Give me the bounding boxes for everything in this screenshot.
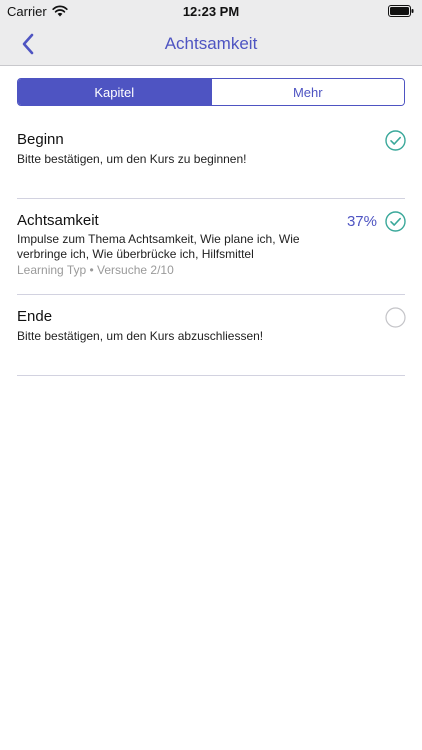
item-title: Ende	[17, 308, 53, 325]
battery-full-icon	[388, 5, 414, 17]
item-description: Bitte bestätigen, um den Kurs zu beginne…	[17, 152, 247, 166]
divider	[17, 375, 405, 376]
page-title: Achtsamkeit	[164, 34, 258, 53]
item-description: Impulse zum Thema Achtsamkeit, Wie plane…	[17, 232, 300, 261]
check-circle-icon	[385, 130, 406, 151]
check-circle-icon	[385, 211, 406, 232]
tab-mehr[interactable]: Mehr	[210, 79, 404, 105]
item-status: 37%	[347, 211, 406, 232]
item-description: Bitte bestätigen, um den Kurs abzuschlie…	[17, 329, 264, 343]
status-bar: Carrier 12:23 PM	[0, 0, 422, 22]
item-status	[385, 307, 406, 328]
divider	[17, 294, 405, 295]
tab-kapitel[interactable]: Kapitel	[18, 79, 211, 105]
divider	[17, 198, 405, 199]
navigation-bar: Achtsamkeit	[0, 22, 422, 66]
item-meta: Learning Typ • Versuche 2/10	[17, 263, 174, 277]
list-item-beginn[interactable]: Beginn Bitte bestätigen, um den Kurs zu …	[17, 130, 406, 167]
list-item-achtsamkeit[interactable]: Achtsamkeit Impulse zum Thema Achtsamkei…	[17, 211, 406, 278]
list-item-ende[interactable]: Ende Bitte bestätigen, um den Kurs abzus…	[17, 307, 406, 344]
item-status	[385, 130, 406, 151]
empty-circle-icon	[385, 307, 406, 328]
progress-percent: 37%	[346, 213, 377, 230]
status-time: 12:23 PM	[182, 4, 240, 19]
segmented-control: Kapitel Mehr	[17, 78, 405, 106]
item-title: Beginn	[17, 131, 64, 148]
